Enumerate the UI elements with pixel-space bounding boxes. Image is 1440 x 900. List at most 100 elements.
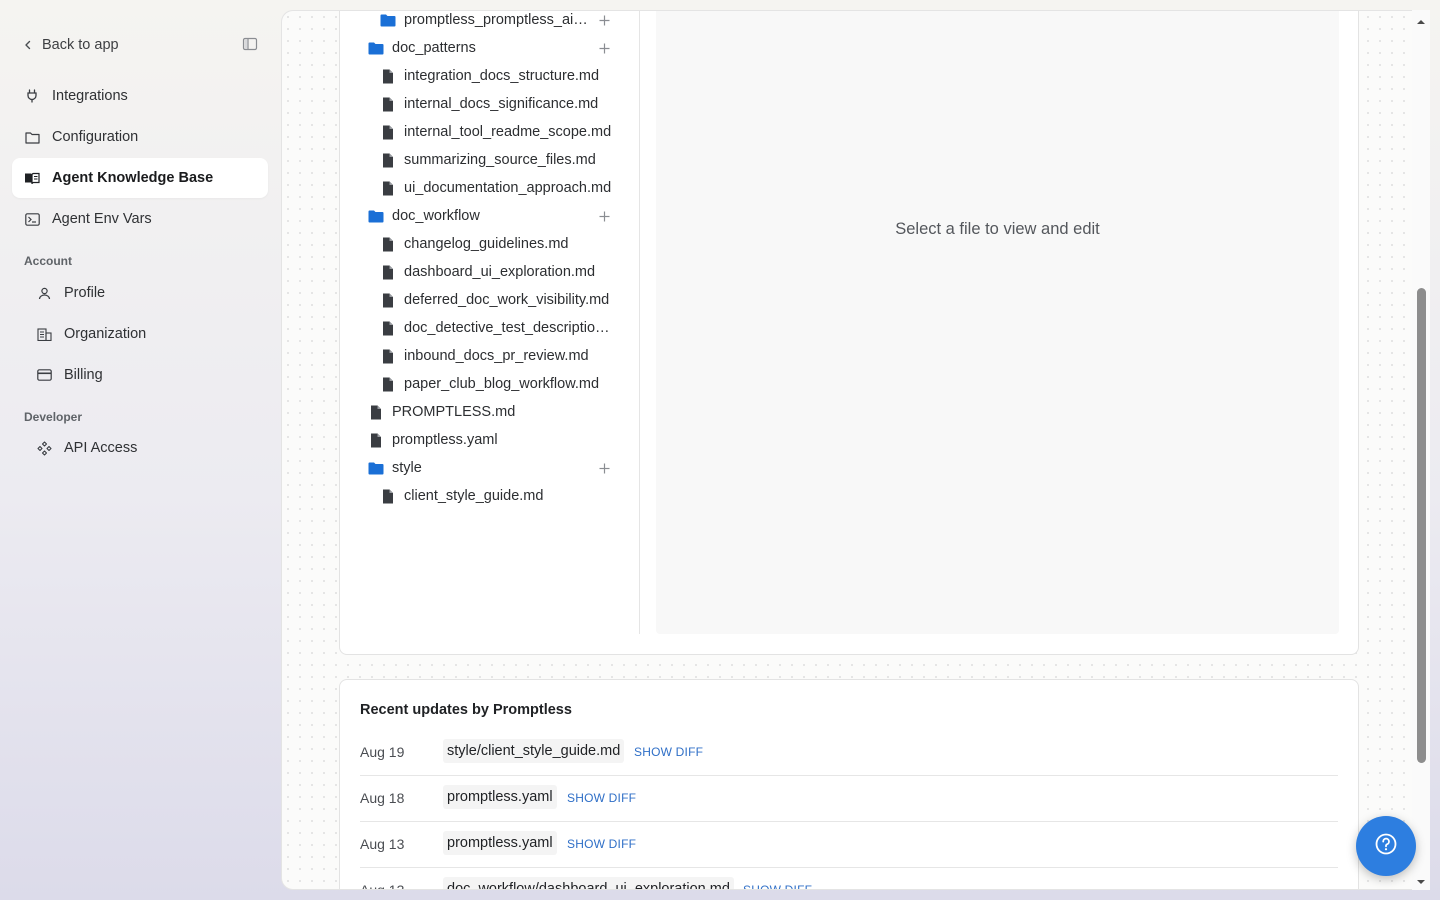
sidebar: Back to app Integrations Configuration A… bbox=[0, 0, 280, 900]
sidebar-item-label: Integrations bbox=[52, 88, 128, 104]
help-button[interactable] bbox=[1356, 816, 1416, 876]
scroll-down-arrow-icon[interactable] bbox=[1415, 874, 1427, 884]
tree-item-label: ui_documentation_approach.md bbox=[404, 180, 612, 196]
tree-item-label: deferred_doc_work_visibility.md bbox=[404, 292, 610, 308]
add-file-icon[interactable] bbox=[597, 209, 611, 223]
sidebar-item-billing[interactable]: Billing bbox=[12, 355, 268, 395]
file-icon bbox=[380, 124, 396, 140]
update-row: Aug 13 promptless.yaml SHOW DIFF bbox=[360, 822, 1338, 868]
tree-item-label: dashboard_ui_exploration.md bbox=[404, 264, 596, 280]
back-row: Back to app bbox=[20, 34, 264, 56]
update-date: Aug 19 bbox=[360, 744, 405, 760]
update-row: Aug 18 promptless.yaml SHOW DIFF bbox=[360, 776, 1338, 822]
sidebar-item-label: Organization bbox=[64, 326, 147, 342]
tree-file[interactable]: client_style_guide.md bbox=[380, 482, 612, 510]
tree-file[interactable]: internal_docs_significance.md bbox=[380, 90, 612, 118]
tree-item-label: style bbox=[392, 460, 422, 476]
sidebar-item-label: Profile bbox=[64, 285, 106, 301]
file-icon bbox=[380, 320, 396, 336]
update-file: promptless.yaml bbox=[443, 785, 557, 809]
tree-file[interactable]: changelog_guidelines.md bbox=[380, 230, 612, 258]
tree-file[interactable]: deferred_doc_work_visibility.md bbox=[380, 286, 612, 314]
folder-icon bbox=[368, 40, 384, 56]
tree-file[interactable]: integration_docs_structure.md bbox=[380, 62, 612, 90]
user-icon bbox=[36, 285, 52, 301]
sidebar-item-label: Agent Knowledge Base bbox=[52, 170, 214, 186]
file-icon bbox=[380, 348, 396, 364]
tree-item-label: summarizing_source_files.md bbox=[404, 152, 596, 168]
tree-file[interactable]: promptless.yaml bbox=[368, 426, 612, 454]
file-icon bbox=[380, 180, 396, 196]
file-icon bbox=[380, 236, 396, 252]
sidebar-item-agent-knowledge-base[interactable]: Agent Knowledge Base bbox=[12, 158, 268, 198]
folder-icon bbox=[24, 129, 40, 145]
show-diff-button[interactable]: SHOW DIFF bbox=[567, 837, 636, 851]
chevron-left-icon[interactable] bbox=[20, 37, 36, 53]
folder-icon bbox=[368, 460, 384, 476]
sidebar-item-profile[interactable]: Profile bbox=[12, 273, 268, 313]
question-mark-icon bbox=[1375, 833, 1397, 860]
tree-item-label: doc_patterns bbox=[392, 40, 476, 56]
update-file: doc_workflow/dashboard_ui_exploration.md bbox=[443, 877, 734, 889]
tree-item-label: client_style_guide.md bbox=[404, 488, 544, 504]
file-icon bbox=[380, 376, 396, 392]
add-file-icon[interactable] bbox=[597, 461, 611, 475]
recent-updates-card: Recent updates by Promptless Aug 19 styl… bbox=[339, 679, 1359, 889]
add-file-icon[interactable] bbox=[597, 41, 611, 55]
tree-item-label: integration_docs_structure.md bbox=[404, 68, 600, 84]
tree-item-label: changelog_guidelines.md bbox=[404, 236, 569, 252]
show-diff-button[interactable]: SHOW DIFF bbox=[634, 745, 703, 759]
tree-file[interactable]: PROMPTLESS.md bbox=[368, 398, 612, 426]
scrollbar-thumb[interactable] bbox=[1417, 288, 1426, 763]
sidebar-toggle-icon[interactable] bbox=[242, 36, 260, 54]
building-icon bbox=[36, 326, 52, 342]
tree-file[interactable]: summarizing_source_files.md bbox=[380, 146, 612, 174]
api-icon bbox=[36, 440, 52, 456]
show-diff-button[interactable]: SHOW DIFF bbox=[743, 883, 812, 889]
folder-icon bbox=[368, 208, 384, 224]
sidebar-item-label: Agent Env Vars bbox=[52, 211, 152, 227]
tree-file[interactable]: doc_detective_test_description… bbox=[380, 314, 612, 342]
tree-item-label: inbound_docs_pr_review.md bbox=[404, 348, 589, 364]
file-icon bbox=[368, 432, 384, 448]
tree-file[interactable]: internal_tool_readme_scope.md bbox=[380, 118, 612, 146]
update-file: style/client_style_guide.md bbox=[443, 739, 625, 763]
file-icon bbox=[380, 488, 396, 504]
sidebar-item-agent-env-vars[interactable]: Agent Env Vars bbox=[12, 199, 268, 239]
tree-folder[interactable]: promptless_promptless_ai_… bbox=[380, 11, 588, 34]
sidebar-item-configuration[interactable]: Configuration bbox=[12, 117, 268, 157]
tree-item-label: doc_detective_test_description… bbox=[404, 320, 612, 336]
account-section-label: Account bbox=[24, 254, 72, 268]
file-icon bbox=[380, 292, 396, 308]
developer-section-label: Developer bbox=[24, 410, 83, 424]
knowledge-base-card: promptless_promptless_sd…promptless_prom… bbox=[339, 11, 1359, 655]
tree-item-label: internal_tool_readme_scope.md bbox=[404, 124, 612, 140]
file-icon bbox=[380, 96, 396, 112]
update-row: Aug 13 doc_workflow/dashboard_ui_explora… bbox=[360, 868, 1338, 889]
plug-icon bbox=[24, 88, 40, 104]
file-viewer: Select a file to view and edit bbox=[656, 11, 1339, 634]
terminal-icon bbox=[24, 211, 40, 227]
add-file-icon[interactable] bbox=[597, 13, 611, 27]
sidebar-item-api-access[interactable]: API Access bbox=[12, 428, 268, 468]
back-to-app-link[interactable]: Back to app bbox=[42, 37, 119, 53]
file-icon bbox=[380, 68, 396, 84]
update-date: Aug 18 bbox=[360, 790, 405, 806]
tree-file[interactable]: paper_club_blog_workflow.md bbox=[380, 370, 612, 398]
sidebar-item-integrations[interactable]: Integrations bbox=[12, 76, 268, 116]
tree-file[interactable]: inbound_docs_pr_review.md bbox=[380, 342, 612, 370]
sidebar-item-organization[interactable]: Organization bbox=[12, 314, 268, 354]
scroll-up-arrow-icon[interactable] bbox=[1415, 14, 1427, 24]
tree-file[interactable]: dashboard_ui_exploration.md bbox=[380, 258, 612, 286]
tree-file[interactable]: ui_documentation_approach.md bbox=[380, 174, 612, 202]
tree-item-label: promptless_promptless_ai_… bbox=[404, 12, 588, 28]
tree-item-label: internal_docs_significance.md bbox=[404, 96, 599, 112]
tree-folder[interactable]: style bbox=[368, 454, 588, 482]
show-diff-button[interactable]: SHOW DIFF bbox=[567, 791, 636, 805]
tree-folder[interactable]: doc_patterns bbox=[368, 34, 588, 62]
file-icon bbox=[368, 404, 384, 420]
tree-item-label: promptless.yaml bbox=[392, 432, 498, 448]
folder-icon bbox=[380, 12, 396, 28]
main-panel: promptless_promptless_sd…promptless_prom… bbox=[281, 10, 1430, 890]
tree-folder[interactable]: doc_workflow bbox=[368, 202, 588, 230]
